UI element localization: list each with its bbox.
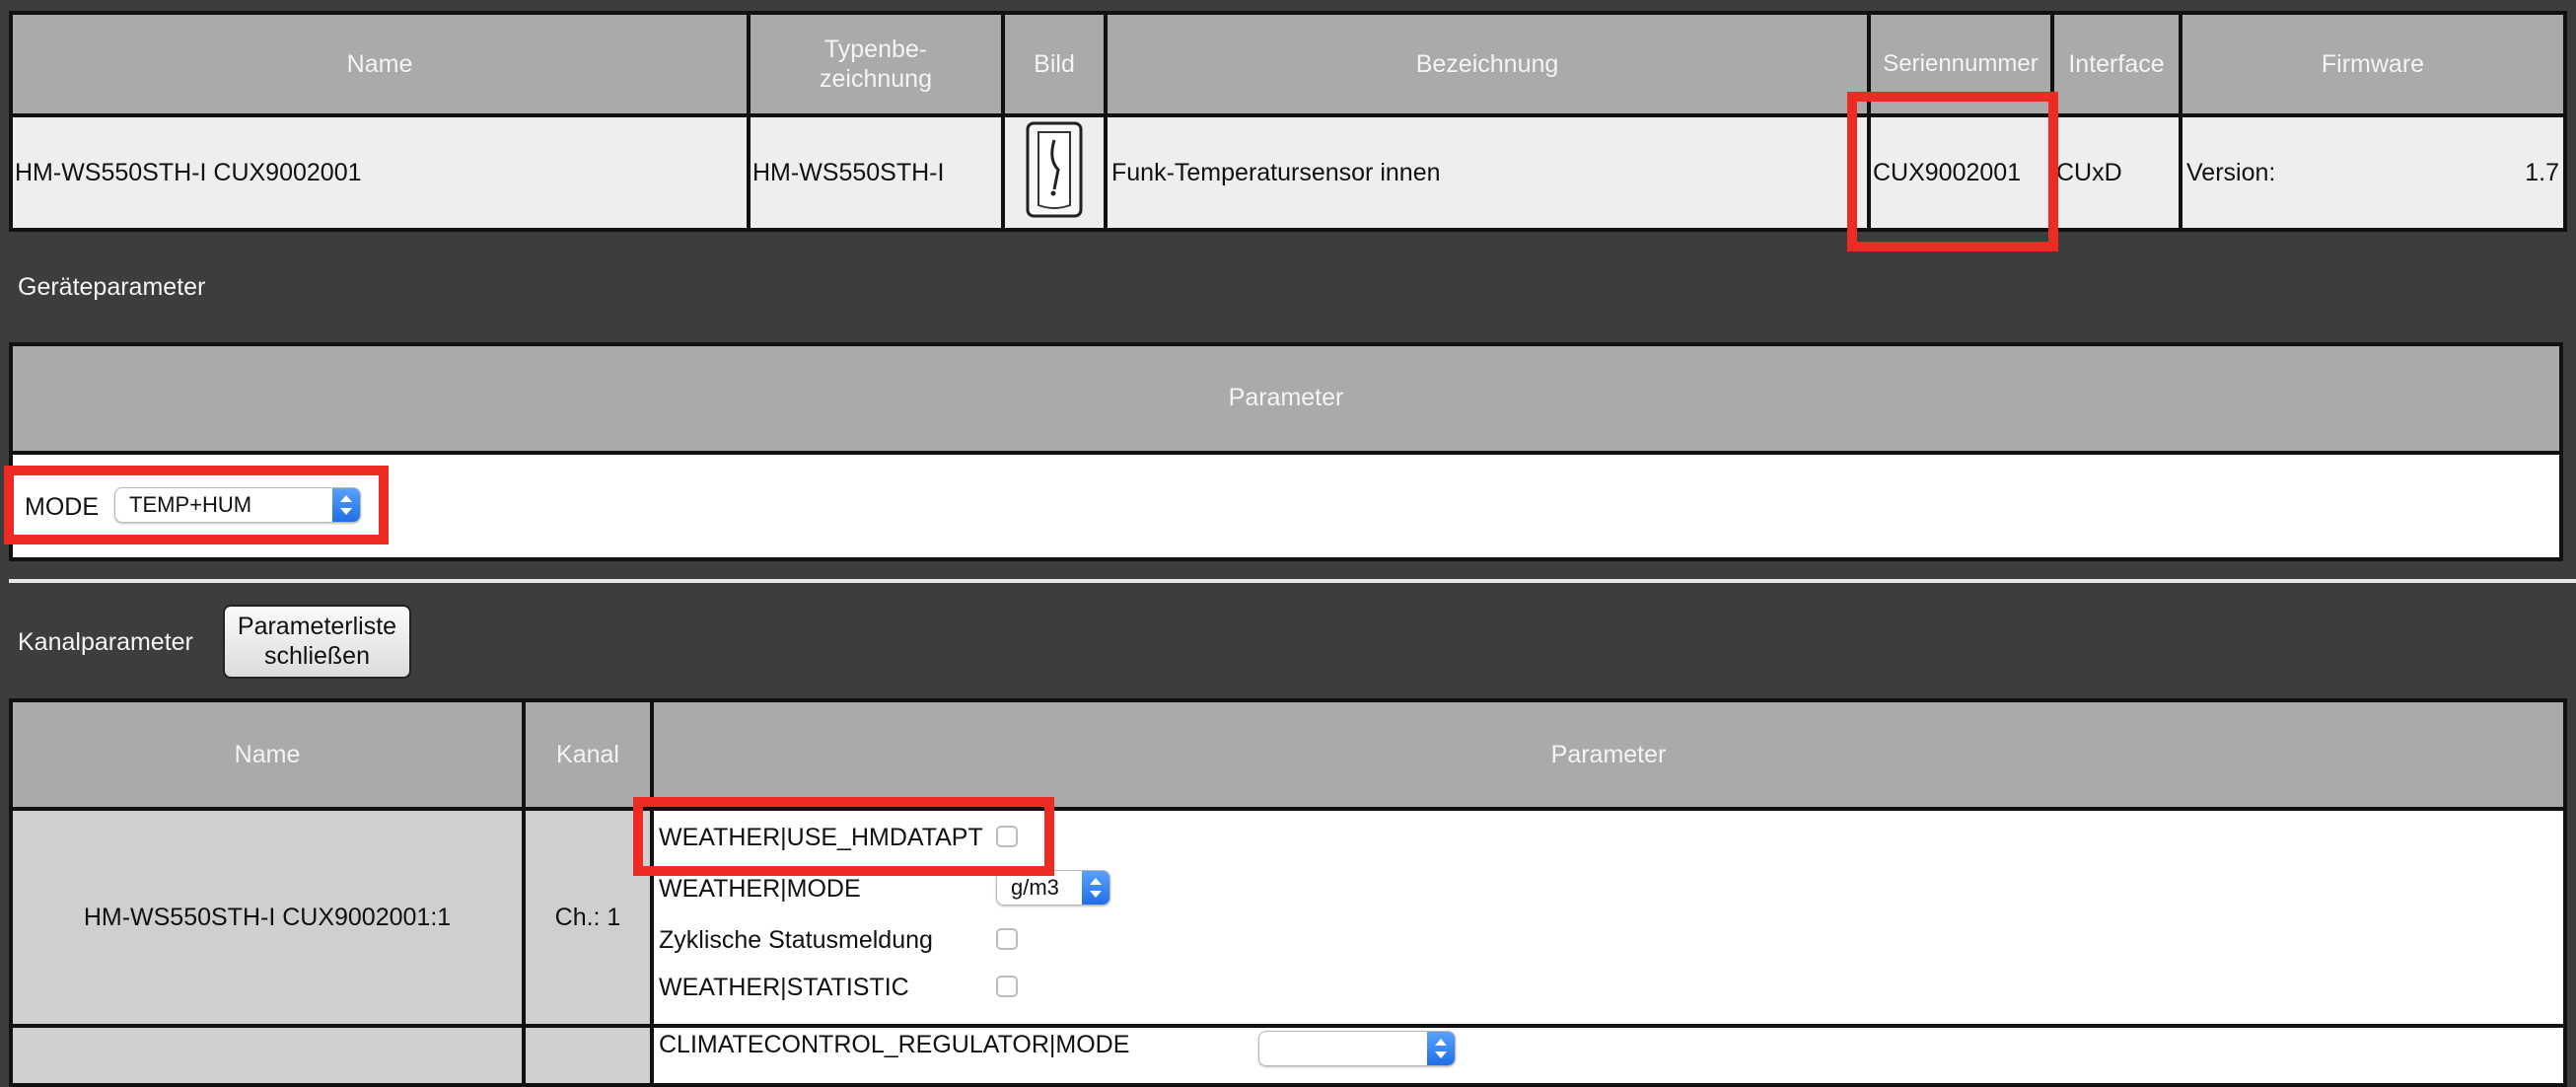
select-arrows-icon (1082, 871, 1109, 905)
device-params-header-text: Parameter (1228, 384, 1344, 411)
col-header-image: Bild (1001, 11, 1108, 117)
device-params-label: Geräteparameter (18, 273, 206, 301)
use-hmdatapt-checkbox[interactable] (996, 826, 1018, 847)
section-divider (9, 579, 2576, 583)
channel-col-header-name: Name (9, 698, 526, 811)
channel-params-label: Kanalparameter (18, 628, 193, 656)
param-cyclic-label: Zyklische Statusmeldung (659, 926, 933, 954)
device-name-cell: HM-WS550STH-I CUX9002001 (9, 113, 751, 232)
device-firmware-cell: Version: 1.7 (2179, 113, 2567, 232)
weather-mode-select[interactable]: g/m3 (996, 870, 1110, 906)
channel-name-cell: HM-WS550STH-I CUX9002001:1 (9, 807, 526, 1028)
device-params-panel: Parameter MODE TEMP+HUM (9, 342, 2563, 561)
channel-number-cell: Ch.: 1 (522, 807, 654, 1028)
next-param-select[interactable] (1258, 1031, 1456, 1066)
col-header-firmware: Firmware (2179, 11, 2567, 117)
device-serial-cell: CUX9002001 (1867, 113, 2054, 232)
close-parameter-list-button[interactable]: Parameterliste schließen (223, 605, 411, 679)
firmware-value: 1.7 (2525, 158, 2559, 186)
device-params-header: Parameter (13, 346, 2559, 455)
mode-label: MODE (25, 493, 99, 521)
next-param-label: CLIMATECONTROL_REGULATOR|MODE (659, 1031, 1130, 1058)
param-use-hmdatapt-label: WEATHER|USE_HMDATAPT (659, 824, 983, 851)
device-table: Name Typenbe-zeichnung Bild Bezeichnung … (9, 11, 2567, 232)
param-statistic-label: WEATHER|STATISTIC (659, 974, 909, 1001)
device-type-cell: HM-WS550STH-I (747, 113, 1005, 232)
select-arrows-icon (332, 488, 360, 522)
col-header-interface: Interface (2050, 11, 2182, 117)
channel-table: Name Kanal Parameter HM-WS550STH-I CUX90… (9, 698, 2567, 1087)
mode-select-value: TEMP+HUM (129, 492, 252, 517)
sensor-device-icon (1026, 121, 1083, 217)
device-interface-cell: CUxD (2050, 113, 2182, 232)
channel-col-header-parameter: Parameter (650, 698, 2567, 811)
channel-col-header-channel: Kanal (522, 698, 654, 811)
next-channel-number-cell (522, 1024, 654, 1087)
statistic-checkbox[interactable] (996, 976, 1018, 997)
mode-select[interactable]: TEMP+HUM (114, 487, 361, 523)
param-mode-label: WEATHER|MODE (659, 875, 861, 903)
weather-mode-select-value: g/m3 (1011, 875, 1059, 900)
device-description-cell: Funk-Temperatursensor innen (1104, 113, 1871, 232)
cyclic-status-checkbox[interactable] (996, 928, 1018, 950)
next-channel-name-cell (9, 1024, 526, 1087)
col-header-name: Name (9, 11, 751, 117)
device-image-cell (1001, 113, 1108, 232)
col-header-description: Bezeichnung (1104, 11, 1871, 117)
firmware-label: Version: (2186, 158, 2276, 186)
col-header-type: Typenbe-zeichnung (747, 11, 1005, 117)
col-header-serial: Seriennummer (1867, 11, 2054, 117)
select-arrows-icon (1427, 1032, 1455, 1065)
